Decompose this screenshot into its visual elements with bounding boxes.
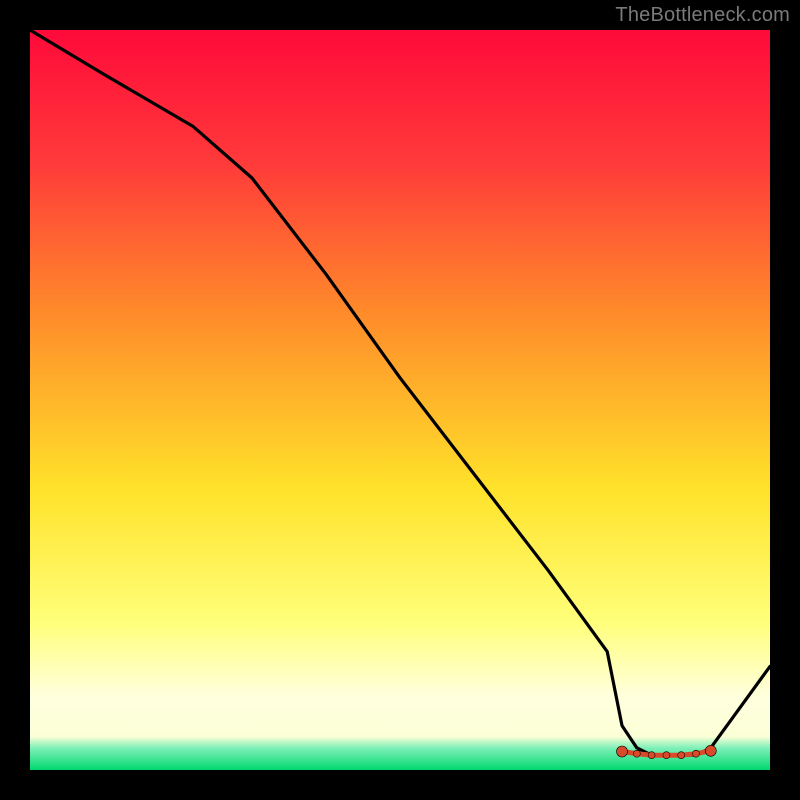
flat-segment-marker	[633, 750, 640, 757]
chart-svg	[30, 30, 770, 770]
flat-segment-marker	[663, 752, 670, 759]
flat-segment-marker	[617, 746, 628, 757]
flat-segment-marker	[678, 752, 685, 759]
plot-area	[30, 30, 770, 770]
gradient-background	[30, 30, 770, 770]
flat-segment-marker	[705, 745, 716, 756]
flat-segment-marker	[693, 750, 700, 757]
flat-segment-marker	[648, 752, 655, 759]
chart-frame: TheBottleneck.com	[0, 0, 800, 800]
attribution-label: TheBottleneck.com	[615, 4, 790, 27]
